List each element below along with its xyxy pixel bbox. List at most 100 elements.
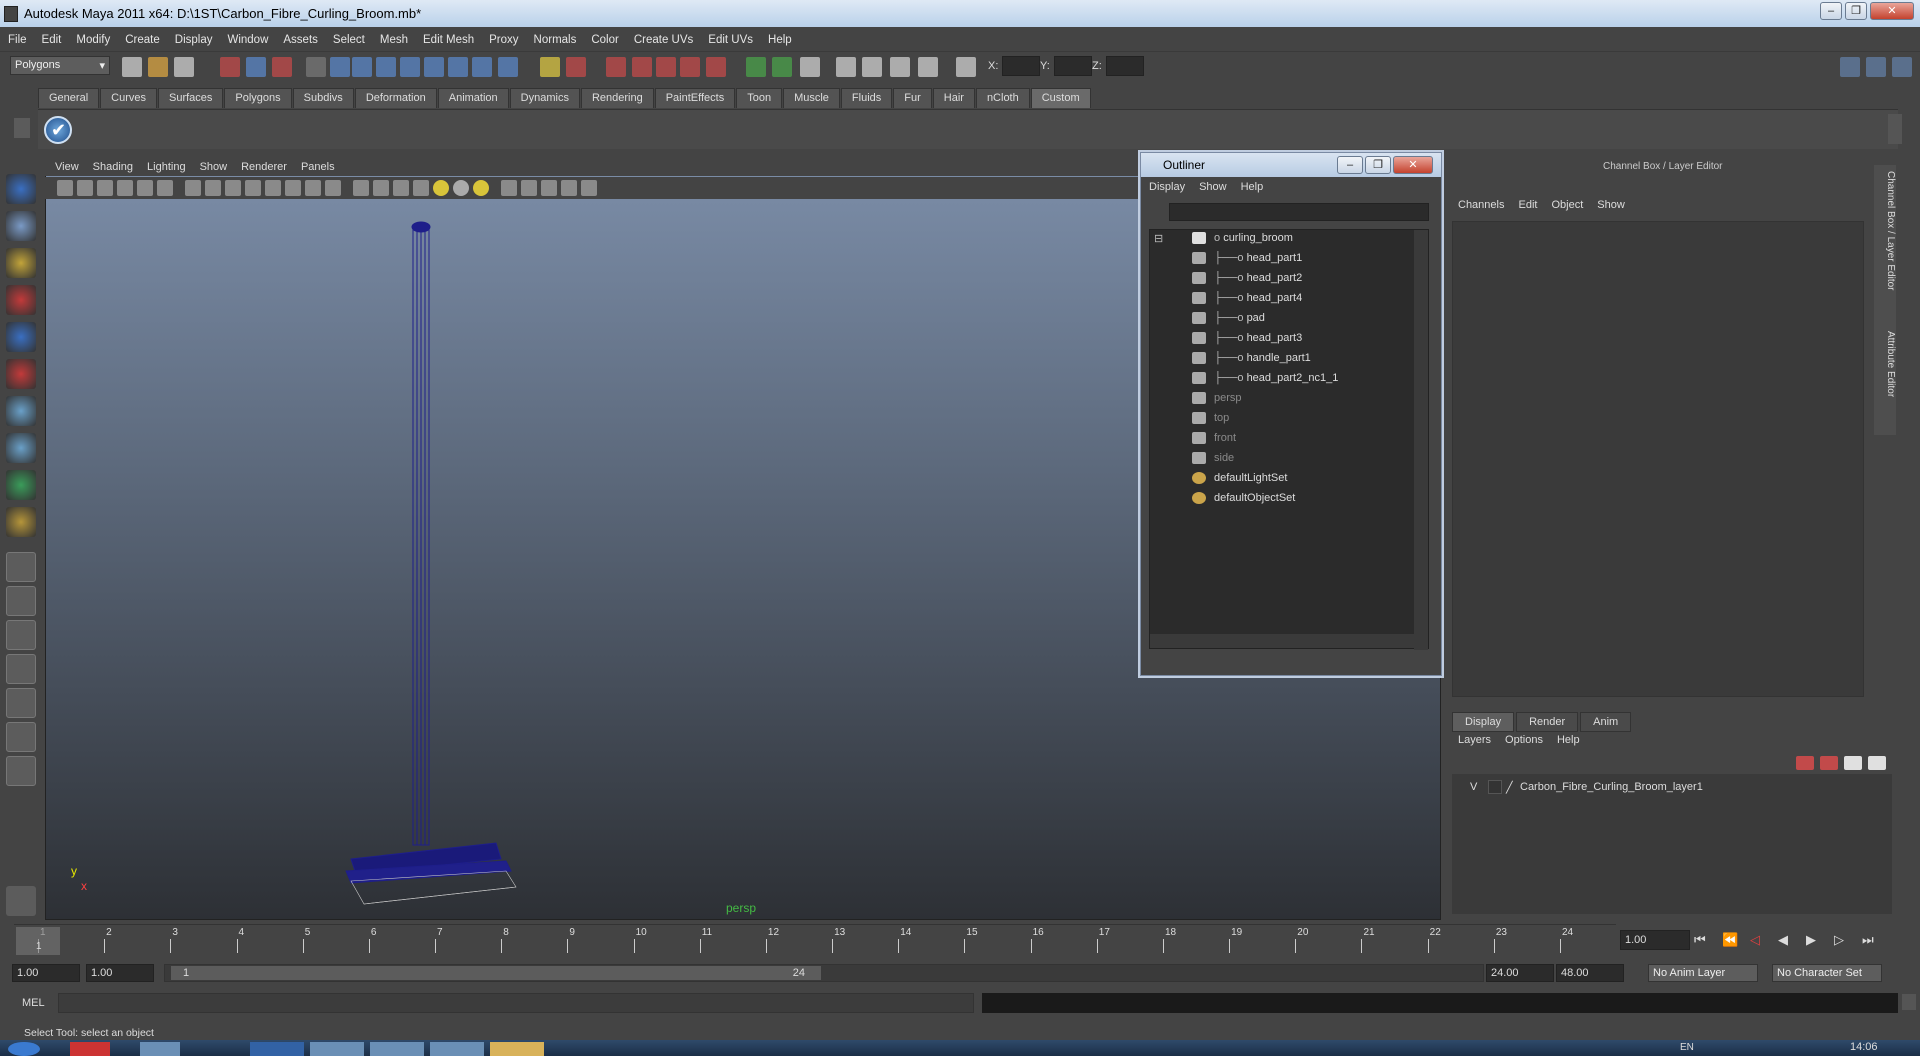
last-tool-icon[interactable]	[6, 507, 36, 537]
layer-menu-help[interactable]: Help	[1557, 734, 1580, 746]
shelf-tab-curves[interactable]: Curves	[100, 88, 157, 108]
outliner-item-curling_broom[interactable]: o curling_broom	[1192, 232, 1293, 250]
play-backward-icon[interactable]: ◀	[1778, 932, 1788, 948]
taskbar-app-icon[interactable]	[490, 1042, 544, 1056]
toggle-channel-box-icon[interactable]	[1840, 57, 1860, 77]
menu-item[interactable]: Assets	[283, 34, 318, 46]
channel-box-menu-channels[interactable]: Channels	[1458, 199, 1504, 211]
rotate-tool-icon[interactable]	[6, 322, 36, 352]
menu-item[interactable]: Mesh	[380, 34, 408, 46]
viewport-toolbar-icon[interactable]	[77, 180, 93, 196]
taskbar-app-icon[interactable]	[310, 1042, 364, 1056]
viewport-toolbar-icon[interactable]	[541, 180, 557, 196]
close-button[interactable]: ✕	[1870, 2, 1914, 20]
viewport-menu-renderer[interactable]: Renderer	[241, 161, 287, 173]
toggle-attribute-editor-icon[interactable]	[1892, 57, 1912, 77]
paint-select-icon[interactable]	[6, 248, 36, 278]
current-frame-marker[interactable]: 1	[16, 927, 60, 955]
layer-options-icon[interactable]	[1844, 756, 1862, 770]
status-line-tool-icon[interactable]	[890, 57, 910, 77]
menu-item[interactable]: Modify	[76, 34, 110, 46]
shelf-tab-custom[interactable]: Custom	[1030, 88, 1091, 108]
status-line-tool-icon[interactable]	[330, 57, 350, 77]
new-layer-selected-icon[interactable]	[1820, 756, 1838, 770]
start-time-field[interactable]: 1.00	[12, 964, 80, 982]
shelf-tab-toon[interactable]: Toon	[736, 88, 783, 108]
status-line-tool-icon[interactable]	[772, 57, 792, 77]
status-line-tool-icon[interactable]	[472, 57, 492, 77]
status-line-tool-icon[interactable]	[680, 57, 700, 77]
outliner-item-defaultobjectset[interactable]: defaultObjectSet	[1192, 492, 1295, 510]
viewport-menu-panels[interactable]: Panels	[301, 161, 335, 173]
outliner-item-head_part1[interactable]: ├──o head_part1	[1192, 252, 1302, 270]
outliner-menu-help[interactable]: Help	[1241, 181, 1264, 193]
viewport-toolbar-icon[interactable]	[453, 180, 469, 196]
move-tool-icon[interactable]	[6, 285, 36, 315]
shelf-tab-hair[interactable]: Hair	[932, 88, 975, 108]
shelf-tab-subdivs[interactable]: Subdivs	[292, 88, 354, 108]
shelf-tab-fluids[interactable]: Fluids	[840, 88, 893, 108]
viewport-toolbar-icon[interactable]	[325, 180, 341, 196]
outliner-item-side[interactable]: side	[1192, 452, 1234, 470]
viewport-toolbar-icon[interactable]	[393, 180, 409, 196]
taskbar-app-icon[interactable]	[140, 1042, 180, 1056]
outliner-filter-field[interactable]	[1169, 203, 1429, 221]
toggle-tool-settings-icon[interactable]	[1866, 57, 1886, 77]
viewport-toolbar-icon[interactable]	[265, 180, 281, 196]
viewport-toolbar-icon[interactable]	[433, 180, 449, 196]
status-line-tool-icon[interactable]	[800, 57, 820, 77]
x-field[interactable]	[1002, 56, 1040, 76]
outliner-hscrollbar[interactable]	[1150, 634, 1416, 648]
layer-tab-display[interactable]: Display	[1452, 712, 1515, 732]
outliner-maximize-button[interactable]: ❐	[1365, 156, 1391, 174]
manipulator-icon[interactable]	[6, 396, 36, 426]
playback-start-field[interactable]: 1.00	[86, 964, 154, 982]
layer-add-icon[interactable]	[1868, 756, 1886, 770]
viewport-toolbar-icon[interactable]	[97, 180, 113, 196]
shelf-menu-icon[interactable]	[14, 118, 30, 138]
end-time-field[interactable]: 48.00	[1556, 964, 1624, 982]
menu-item[interactable]: Proxy	[489, 34, 518, 46]
language-indicator[interactable]: EN	[1680, 1042, 1694, 1053]
command-language-label[interactable]: MEL	[22, 997, 45, 1009]
viewport-menu-lighting[interactable]: Lighting	[147, 161, 186, 173]
viewport-toolbar-icon[interactable]	[285, 180, 301, 196]
script-layout-icon[interactable]	[6, 756, 36, 786]
shelf-tab-fur[interactable]: Fur	[893, 88, 932, 108]
status-line-tool-icon[interactable]	[306, 57, 326, 77]
character-set-dropdown[interactable]: No Character Set	[1772, 964, 1882, 982]
layer-menu-options[interactable]: Options	[1505, 734, 1543, 746]
outliner-item-defaultlightset[interactable]: defaultLightSet	[1192, 472, 1287, 490]
menu-item[interactable]: Edit Mesh	[423, 34, 474, 46]
range-handle[interactable]: 1 24	[171, 966, 821, 980]
new-layer-icon[interactable]	[1796, 756, 1814, 770]
shelf-tab-muscle[interactable]: Muscle	[783, 88, 840, 108]
outliner-close-button[interactable]: ✕	[1393, 156, 1433, 174]
status-line-tool-icon[interactable]	[220, 57, 240, 77]
side-tab-channel-box[interactable]: Channel Box / Layer Editor	[1874, 165, 1896, 325]
viewport-toolbar-icon[interactable]	[225, 180, 241, 196]
graph-layout-icon[interactable]	[6, 688, 36, 718]
shelf-tab-animation[interactable]: Animation	[437, 88, 509, 108]
outliner-item-pad[interactable]: ├──o pad	[1192, 312, 1265, 330]
playback-end-field[interactable]: 24.00	[1486, 964, 1554, 982]
viewport-toolbar-icon[interactable]	[373, 180, 389, 196]
channel-box-menu-object[interactable]: Object	[1551, 199, 1583, 211]
viewport-menu-shading[interactable]: Shading	[93, 161, 133, 173]
taskbar-clock[interactable]: 14:06	[1850, 1041, 1878, 1053]
layer-tab-render[interactable]: Render	[1516, 712, 1579, 732]
status-line-tool-icon[interactable]	[376, 57, 396, 77]
menu-item[interactable]: Edit	[42, 34, 62, 46]
scale-tool-icon[interactable]	[6, 359, 36, 389]
status-line-tool-icon[interactable]	[836, 57, 856, 77]
minimize-button[interactable]: –	[1820, 2, 1842, 20]
viewport-toolbar-icon[interactable]	[205, 180, 221, 196]
shelf-tab-deformation[interactable]: Deformation	[354, 88, 437, 108]
single-pane-layout-icon[interactable]	[6, 552, 36, 582]
menu-item[interactable]: Normals	[534, 34, 577, 46]
viewport-toolbar-icon[interactable]	[137, 180, 153, 196]
status-line-tool-icon[interactable]	[632, 57, 652, 77]
status-line-tool-icon[interactable]	[706, 57, 726, 77]
side-tab-attribute-editor[interactable]: Attribute Editor	[1874, 325, 1896, 435]
script-editor-icon[interactable]	[1902, 994, 1916, 1010]
